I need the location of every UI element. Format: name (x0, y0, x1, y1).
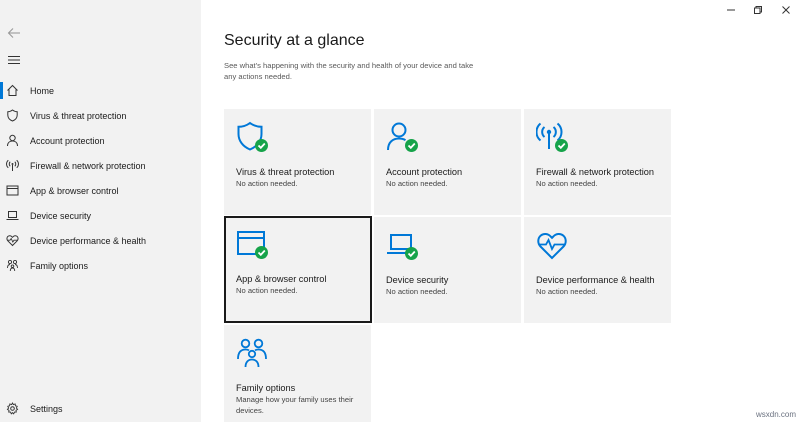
app-window-icon (6, 185, 19, 196)
tile-title: Virus & threat protection (236, 167, 335, 177)
tile-virus-threat-protection[interactable]: Virus & threat protection No action need… (224, 109, 371, 215)
laptop-check-icon (387, 234, 418, 260)
tile-status: No action needed. (536, 287, 598, 296)
tile-status: No action needed. (386, 287, 448, 296)
sidebar-item-device-security[interactable]: Device security (0, 203, 201, 228)
sidebar-item-label: Firewall & network protection (30, 160, 146, 171)
tile-account-protection[interactable]: Account protection No action needed. (374, 109, 521, 215)
sidebar: Home Virus & threat protection Account p… (0, 0, 201, 422)
person-check-icon (387, 122, 418, 152)
watermark: wsxdn.com (755, 410, 796, 419)
sidebar-item-family-options[interactable]: Family options (0, 253, 201, 278)
tile-status: No action needed. (386, 179, 448, 188)
sidebar-item-firewall[interactable]: Firewall & network protection (0, 153, 201, 178)
tile-title: App & browser control (236, 274, 327, 284)
tile-title: Device performance & health (536, 275, 655, 285)
home-icon (7, 84, 18, 96)
sidebar-item-label: Settings (30, 403, 63, 414)
tile-title: Family options (236, 383, 296, 393)
sidebar-item-app-browser[interactable]: App & browser control (0, 178, 201, 203)
tile-device-security[interactable]: Device security No action needed. (374, 217, 521, 323)
sidebar-item-label: App & browser control (30, 185, 119, 196)
family-icon (237, 338, 267, 368)
tile-status: No action needed. (536, 179, 598, 188)
shield-icon (7, 109, 18, 122)
tile-status: Manage how your family uses their device… (236, 395, 354, 415)
tile-title: Firewall & network protection (536, 167, 654, 177)
family-icon (7, 259, 18, 272)
sidebar-item-settings[interactable]: Settings (0, 396, 201, 421)
hamburger-menu-icon (8, 56, 20, 64)
page-description: See what's happening with the security a… (224, 61, 474, 81)
main-content: Security at a glance See what's happenin… (201, 0, 800, 422)
sidebar-item-label: Device security (30, 210, 92, 221)
sidebar-item-device-performance[interactable]: Device performance & health (0, 228, 201, 253)
page-title: Security at a glance (224, 32, 365, 49)
sidebar-item-home[interactable]: Home (0, 78, 201, 103)
tile-status: No action needed. (236, 179, 298, 188)
sidebar-item-label: Device performance & health (30, 235, 147, 246)
tile-firewall-network-protection[interactable]: Firewall & network protection No action … (524, 109, 671, 215)
menu-button[interactable] (5, 52, 23, 68)
sidebar-item-label: Virus & threat protection (30, 110, 127, 121)
sidebar-item-label: Account protection (30, 135, 105, 146)
tile-app-browser-control[interactable]: App & browser control No action needed. (224, 216, 372, 323)
shield-check-icon (237, 121, 268, 152)
back-arrow-icon (7, 28, 20, 38)
wifi-antenna-icon (6, 159, 19, 171)
tile-title: Account protection (386, 167, 463, 177)
laptop-icon (6, 211, 19, 220)
heart-pulse-icon (6, 235, 19, 247)
sidebar-item-virus-threat[interactable]: Virus & threat protection (0, 103, 201, 128)
sidebar-item-label: Home (30, 85, 55, 96)
gear-icon (6, 402, 19, 415)
tile-device-performance-health[interactable]: Device performance & health No action ne… (524, 217, 671, 323)
tile-family-options[interactable]: Family options Manage how your family us… (224, 325, 371, 422)
heart-pulse-icon (537, 233, 567, 260)
person-icon (7, 134, 18, 147)
sidebar-item-label: Family options (30, 260, 89, 271)
antenna-check-icon (536, 122, 568, 152)
sidebar-item-account-protection[interactable]: Account protection (0, 128, 201, 153)
window-check-icon (237, 231, 268, 259)
sidebar-nav: Home Virus & threat protection Account p… (0, 78, 201, 278)
back-button[interactable] (5, 24, 23, 42)
tile-title: Device security (386, 275, 449, 285)
tile-status: No action needed. (236, 286, 298, 295)
